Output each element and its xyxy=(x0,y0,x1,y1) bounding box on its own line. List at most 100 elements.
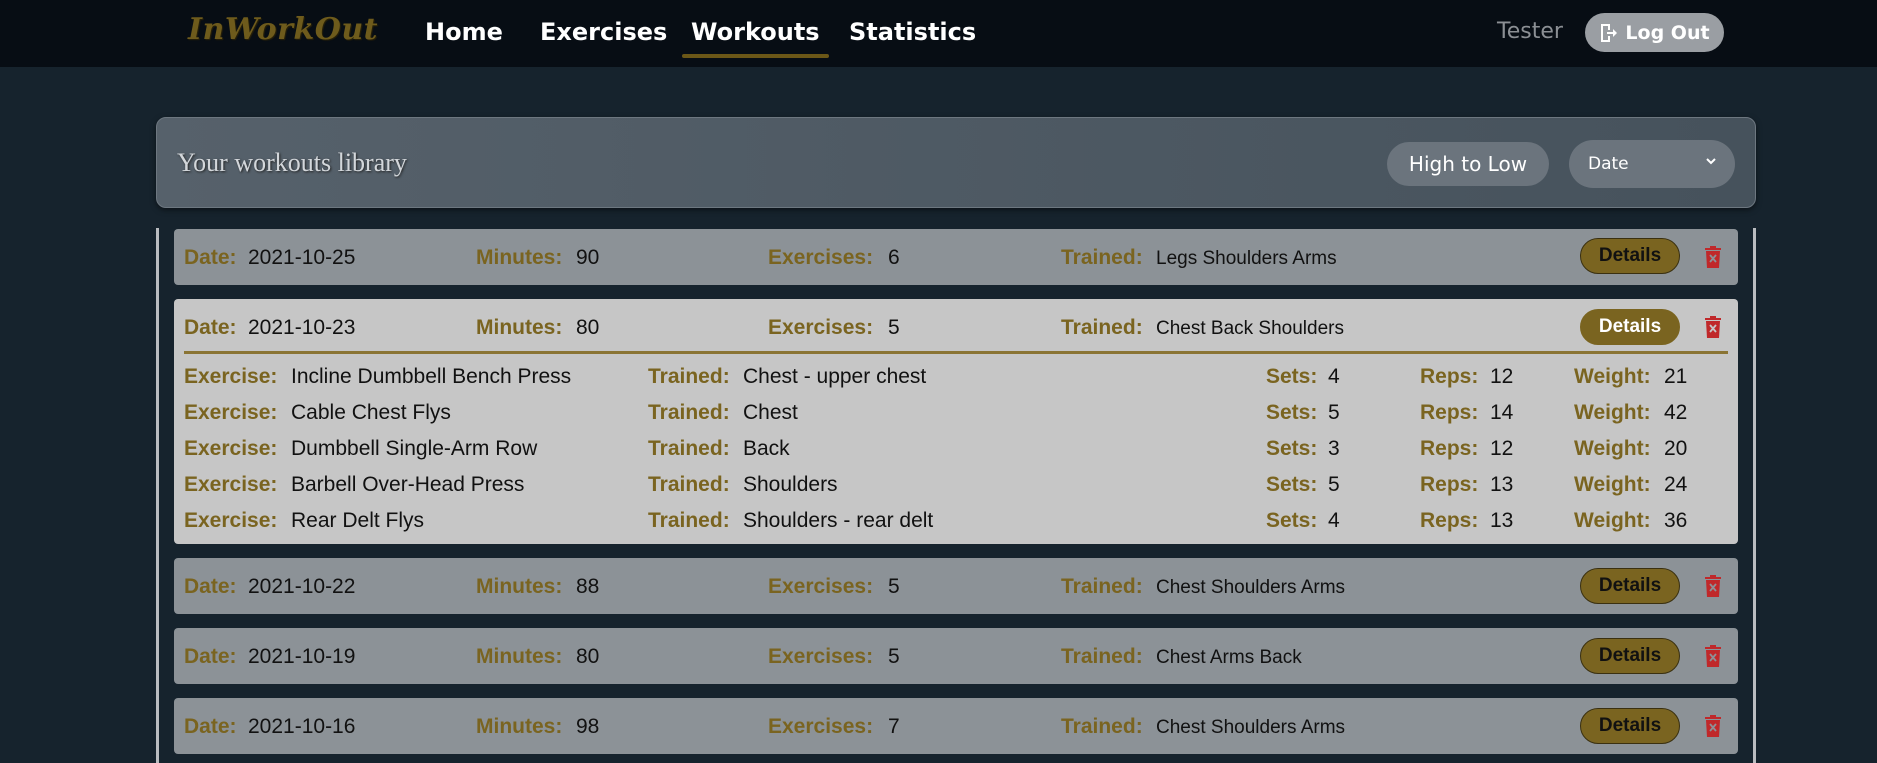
sets-value: 5 xyxy=(1328,401,1340,424)
minutes-label: Minutes: xyxy=(476,645,563,668)
exercises-value: 5 xyxy=(888,575,900,598)
logout-button[interactable]: Log Out xyxy=(1585,13,1724,52)
exercises-value: 5 xyxy=(888,316,900,339)
reps-value: 13 xyxy=(1490,473,1514,496)
details-button[interactable]: Details xyxy=(1580,238,1680,274)
weight-label: Weight: xyxy=(1574,365,1651,388)
reps-label: Reps: xyxy=(1420,437,1479,460)
reps-label: Reps: xyxy=(1420,401,1479,424)
library-header: Your workouts library High to Low Date xyxy=(156,117,1756,208)
date-label: Date: xyxy=(184,715,237,738)
sets-label: Sets: xyxy=(1266,473,1318,496)
nav-exercises[interactable]: Exercises xyxy=(540,18,667,48)
navbar: InWorkOut Home Exercises Workouts Statis… xyxy=(0,0,1877,67)
sets-value: 4 xyxy=(1328,509,1340,532)
exercise-label: Exercise: xyxy=(184,365,278,388)
nav-workouts[interactable]: Workouts xyxy=(682,18,829,58)
date-label: Date: xyxy=(184,316,237,339)
date-value: 2021-10-22 xyxy=(248,575,356,598)
details-button[interactable]: Details xyxy=(1580,638,1680,674)
details-button[interactable]: Details xyxy=(1580,708,1680,744)
date-value: 2021-10-16 xyxy=(248,715,356,738)
workout-row: Date: 2021-10-16 Minutes: 98 Exercises: … xyxy=(174,698,1738,754)
reps-value: 13 xyxy=(1490,509,1514,532)
trained-value: Chest Back Shoulders xyxy=(1156,318,1344,339)
reps-value: 12 xyxy=(1490,365,1514,388)
date-value: 2021-10-25 xyxy=(248,246,356,269)
sets-value: 3 xyxy=(1328,437,1340,460)
trained-label: Trained: xyxy=(1061,715,1143,738)
exercises-label: Exercises: xyxy=(768,246,874,269)
reps-label: Reps: xyxy=(1420,473,1479,496)
minutes-label: Minutes: xyxy=(476,575,563,598)
sets-label: Sets: xyxy=(1266,365,1318,388)
trained-label: Trained: xyxy=(1061,316,1143,339)
exercise-value: Cable Chest Flys xyxy=(291,401,451,424)
date-value: 2021-10-19 xyxy=(248,645,356,668)
sets-value: 5 xyxy=(1328,473,1340,496)
sort-by-select[interactable]: Date xyxy=(1569,140,1735,188)
minutes-value: 80 xyxy=(576,316,600,339)
trained-value: Chest Shoulders Arms xyxy=(1156,717,1346,738)
minutes-value: 80 xyxy=(576,645,600,668)
exercise-label: Exercise: xyxy=(184,401,278,424)
weight-label: Weight: xyxy=(1574,437,1651,460)
minutes-value: 98 xyxy=(576,715,600,738)
trained-value: Chest xyxy=(743,401,798,424)
weight-value: 24 xyxy=(1664,473,1688,496)
minutes-label: Minutes: xyxy=(476,316,563,339)
trash-icon[interactable] xyxy=(1704,575,1722,597)
exercise-value: Incline Dumbbell Bench Press xyxy=(291,365,572,388)
reps-value: 12 xyxy=(1490,437,1514,460)
sets-value: 4 xyxy=(1328,365,1340,388)
trained-value: Shoulders xyxy=(743,473,838,496)
app-logo[interactable]: InWorkOut xyxy=(188,12,378,47)
details-button[interactable]: Details xyxy=(1580,309,1680,345)
minutes-label: Minutes: xyxy=(476,715,563,738)
weight-label: Weight: xyxy=(1574,473,1651,496)
trained-label: Trained: xyxy=(1061,645,1143,668)
date-label: Date: xyxy=(184,645,237,668)
reps-label: Reps: xyxy=(1420,509,1479,532)
weight-value: 21 xyxy=(1664,365,1688,388)
exercises-value: 5 xyxy=(888,645,900,668)
workout-row-expanded: Date: 2021-10-23 Minutes: 80 Exercises: … xyxy=(174,299,1738,544)
trained-label: Trained: xyxy=(1061,575,1143,598)
trash-icon[interactable] xyxy=(1704,645,1722,667)
sort-by-value: Date xyxy=(1588,154,1629,174)
trained-value: Shoulders - rear delt xyxy=(743,509,934,532)
date-label: Date: xyxy=(184,246,237,269)
exercises-value: 6 xyxy=(888,246,900,269)
reps-label: Reps: xyxy=(1420,365,1479,388)
trained-label: Trained: xyxy=(648,509,730,532)
sort-order-button[interactable]: High to Low xyxy=(1387,142,1549,186)
exercises-label: Exercises: xyxy=(768,715,874,738)
minutes-value: 90 xyxy=(576,246,600,269)
weight-value: 36 xyxy=(1664,509,1688,532)
exercise-value: Dumbbell Single-Arm Row xyxy=(291,437,538,460)
trained-label: Trained: xyxy=(648,365,730,388)
nav-home[interactable]: Home xyxy=(425,18,503,48)
details-button[interactable]: Details xyxy=(1580,568,1680,604)
exercise-value: Rear Delt Flys xyxy=(291,509,425,532)
user-name: Tester xyxy=(1497,19,1563,44)
exercise-label: Exercise: xyxy=(184,509,278,532)
exercises-label: Exercises: xyxy=(768,316,874,339)
workout-row: Date: 2021-10-22 Minutes: 88 Exercises: … xyxy=(174,558,1738,614)
nav-statistics[interactable]: Statistics xyxy=(849,18,976,48)
exercises-label: Exercises: xyxy=(768,575,874,598)
weight-label: Weight: xyxy=(1574,401,1651,424)
trained-value: Chest Shoulders Arms xyxy=(1156,577,1346,598)
trash-icon[interactable] xyxy=(1704,316,1722,338)
trained-label: Trained: xyxy=(1061,246,1143,269)
exercise-label: Exercise: xyxy=(184,437,278,460)
logout-label: Log Out xyxy=(1625,21,1710,44)
workout-row: Date: 2021-10-19 Minutes: 80 Exercises: … xyxy=(174,628,1738,684)
exercises-value: 7 xyxy=(888,715,900,738)
trash-icon[interactable] xyxy=(1704,715,1722,737)
trained-value: Back xyxy=(743,437,790,460)
page-title: Your workouts library xyxy=(177,148,407,177)
exercise-value: Barbell Over-Head Press xyxy=(291,473,525,496)
trash-icon[interactable] xyxy=(1704,246,1722,268)
exercises-label: Exercises: xyxy=(768,645,874,668)
